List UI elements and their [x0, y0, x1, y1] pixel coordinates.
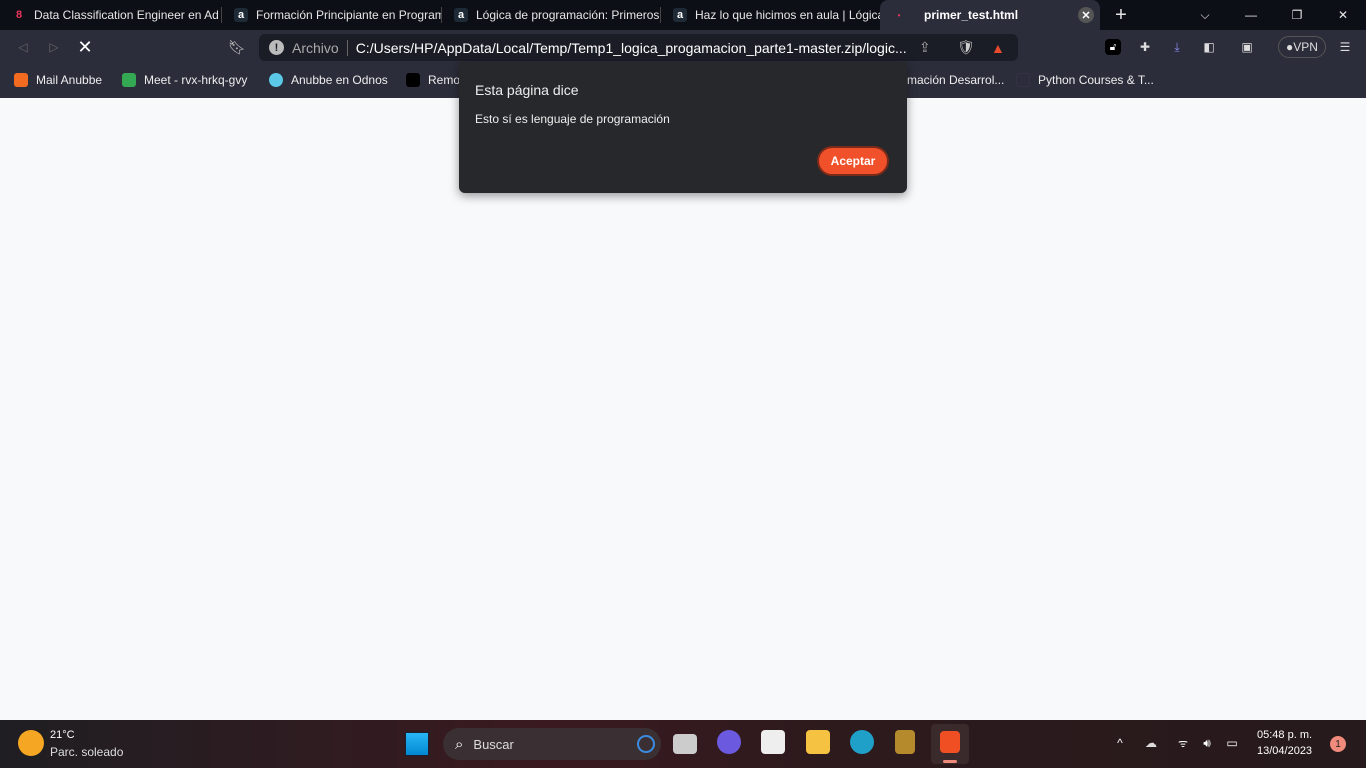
dialog-title: Esta página dice — [475, 82, 579, 98]
chevron-up-icon[interactable]: ^ — [1112, 735, 1128, 751]
file-explorer-icon[interactable] — [806, 730, 830, 754]
page-icon — [1016, 73, 1030, 87]
search-icon: ⌕ — [455, 735, 464, 753]
odnos-icon — [269, 73, 283, 87]
alura-icon: a — [673, 8, 687, 22]
bing-icon — [637, 735, 655, 753]
chevron-down-icon[interactable]: ⌵ — [1196, 6, 1214, 24]
address-bar[interactable]: ! Archivo C:/Users/HP/AppData/Local/Temp… — [259, 34, 1018, 61]
wifi-icon[interactable]: ᯤ — [1175, 735, 1191, 751]
lock-extension-icon[interactable]: 🔓︎ — [1105, 39, 1121, 55]
extensions-icon[interactable]: ✚ — [1136, 38, 1154, 56]
brave-taskbar-button[interactable] — [931, 724, 969, 764]
cpanel-icon — [14, 73, 28, 87]
tab-logica[interactable]: a Lógica de programación: Primeros — [442, 0, 661, 30]
new-tab-icon[interactable]: + — [1112, 4, 1130, 26]
stop-loading-icon[interactable]: ✕ — [76, 37, 94, 57]
dialog-message: Esto sí es lenguaje de programación — [475, 112, 670, 126]
bookmark-mail-anubbe[interactable]: Mail Anubbe — [14, 73, 102, 87]
url-text[interactable]: C:/Users/HP/AppData/Local/Temp/Temp1_log… — [356, 40, 907, 56]
league-of-legends-icon[interactable] — [895, 730, 915, 754]
toolbar: ◁ ▷ ✕ 🔖︎ ! Archivo C:/Users/HP/AppData/L… — [0, 30, 1366, 65]
minimize-icon[interactable]: — — [1242, 6, 1260, 24]
info-icon[interactable]: ! — [269, 40, 284, 55]
bookmark-python-courses[interactable]: Python Courses & T... — [1016, 73, 1154, 87]
forward-icon[interactable]: ▷ — [45, 38, 63, 56]
clock-date[interactable]: 13/04/2023 — [1257, 745, 1312, 757]
anubbe-icon: 8 — [15, 9, 23, 21]
close-window-icon[interactable]: ✕ — [1334, 6, 1352, 24]
task-view-icon[interactable] — [673, 734, 697, 754]
menu-icon[interactable]: ☰ — [1336, 38, 1354, 56]
alura-icon: a — [234, 8, 248, 22]
onedrive-icon[interactable]: ☁ — [1142, 735, 1160, 751]
accept-button[interactable]: Aceptar — [817, 146, 889, 176]
bookmark-remo[interactable]: Remo — [406, 73, 460, 87]
brave-rewards-icon[interactable]: ▲ — [991, 40, 1005, 56]
taskbar: 21°C Parc. soleado ⌕ Buscar ^ ☁ ᯤ 🔊︎ ▭ 0… — [0, 720, 1366, 768]
sidebar-icon[interactable]: ◧ — [1200, 38, 1218, 56]
battery-icon[interactable]: ▭ — [1224, 735, 1240, 751]
edge-icon[interactable] — [850, 730, 874, 754]
download-icon[interactable]: ⤓ — [1168, 38, 1186, 56]
bookmark-icon[interactable]: 🔖︎ — [228, 38, 246, 56]
alura-icon: a — [454, 8, 468, 22]
tab-formacion[interactable]: a Formación Principiante en Program — [222, 0, 442, 30]
alert-dialog: Esta página dice Esto sí es lenguaje de … — [459, 62, 907, 193]
tab-bar: 8 Data Classification Engineer en Ad a For… — [0, 0, 1366, 30]
clock-time[interactable]: 05:48 p. m. — [1257, 729, 1312, 741]
file-icon: • — [897, 10, 901, 20]
wallet-icon[interactable]: ▣ — [1238, 38, 1256, 56]
close-tab-icon[interactable]: ✕ — [1078, 7, 1094, 23]
weather-icon[interactable] — [18, 730, 44, 756]
teams-icon[interactable] — [717, 730, 741, 754]
tab-data-classification[interactable]: 8 Data Classification Engineer en Ad — [0, 0, 222, 30]
restore-icon[interactable]: ❐ — [1288, 6, 1306, 24]
start-icon[interactable] — [405, 732, 429, 756]
bookmark-meet[interactable]: Meet - rvx-hrkq-gvy — [122, 73, 247, 87]
bookmark-desarrollo[interactable]: mación Desarrol... — [907, 73, 1004, 87]
store-icon[interactable] — [761, 730, 785, 754]
bookmark-anubbe-odnos[interactable]: Anubbe en Odnos — [269, 73, 388, 87]
tab-primer-test[interactable]: • primer_test.html ✕ — [880, 0, 1100, 30]
search-box[interactable]: ⌕ Buscar — [443, 728, 661, 760]
share-icon[interactable]: ⇪ — [919, 39, 931, 56]
vpn-button[interactable]: ● VPN — [1278, 36, 1326, 58]
remo-icon — [406, 73, 420, 87]
tab-haz-lo-que[interactable]: a Haz lo que hicimos en aula | Lógica — [661, 0, 880, 30]
brave-icon — [940, 731, 960, 753]
back-icon[interactable]: ◁ — [14, 38, 32, 56]
brave-shields-icon[interactable]: 🛡︎ — [957, 39, 975, 56]
notification-badge[interactable]: 1 — [1330, 736, 1346, 752]
volume-icon[interactable]: 🔊︎ — [1198, 735, 1216, 751]
meet-icon — [122, 73, 136, 87]
